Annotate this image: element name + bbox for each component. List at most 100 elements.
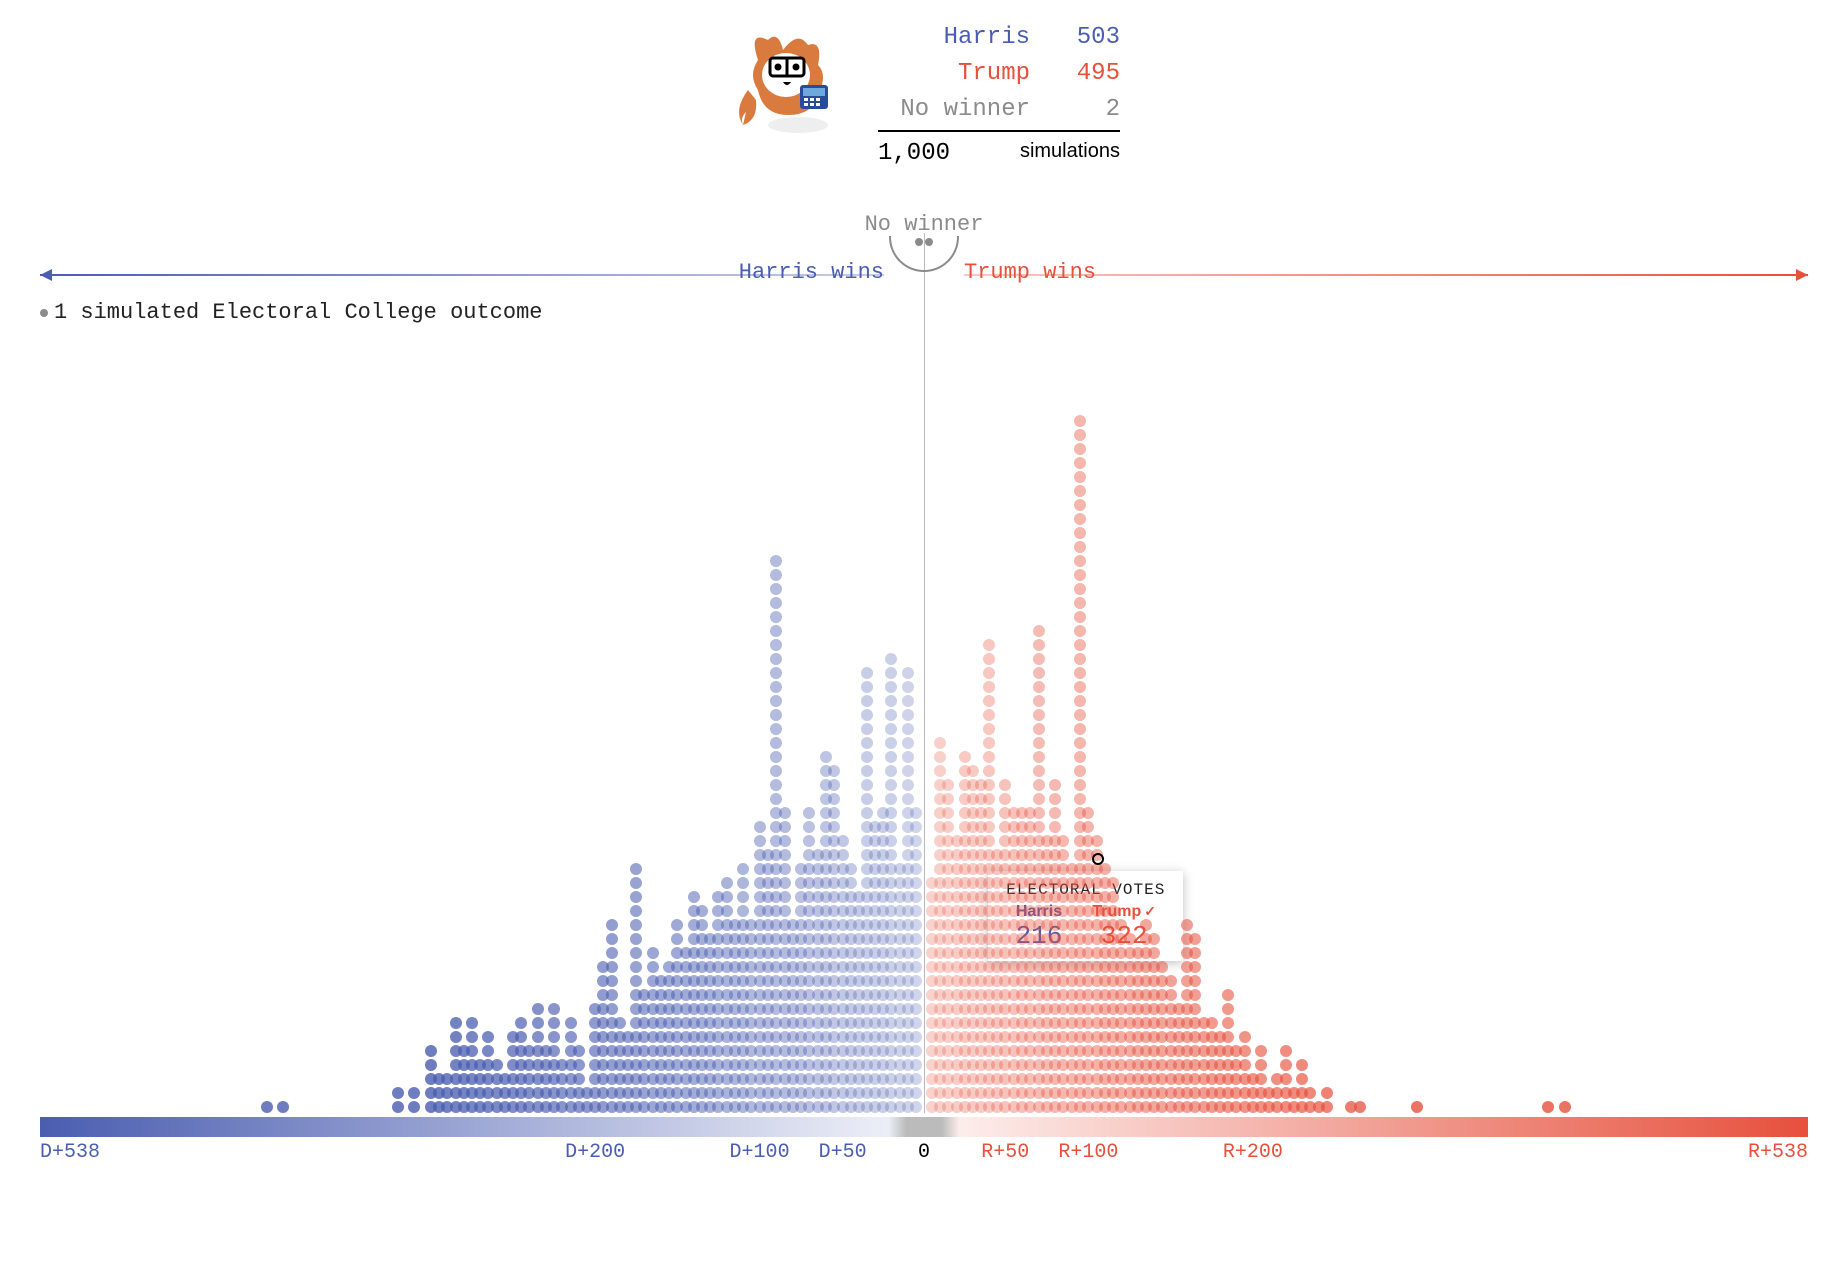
simulation-dot[interactable] [770,765,782,777]
simulation-dot[interactable] [1074,527,1086,539]
simulation-dot[interactable] [1033,723,1045,735]
simulation-dot[interactable] [845,877,857,889]
simulation-dot[interactable] [1165,975,1177,987]
simulation-dot[interactable] [1206,1017,1218,1029]
simulation-dot[interactable] [902,681,914,693]
histogram-column[interactable] [391,1085,405,1113]
simulation-dot[interactable] [770,583,782,595]
simulation-dot[interactable] [910,989,922,1001]
simulation-dot[interactable] [1148,933,1160,945]
simulation-dot[interactable] [779,821,791,833]
simulation-dot[interactable] [983,653,995,665]
simulation-dot[interactable] [885,779,897,791]
simulation-dot[interactable] [983,723,995,735]
simulation-dot[interactable] [770,709,782,721]
simulation-dot[interactable] [606,961,618,973]
simulation-dot[interactable] [721,877,733,889]
simulation-dot[interactable] [606,975,618,987]
simulation-dot[interactable] [861,793,873,805]
simulation-dot[interactable] [1099,863,1111,875]
simulation-dot[interactable] [910,1101,922,1113]
simulation-dot[interactable] [770,695,782,707]
simulation-dot[interactable] [1082,821,1094,833]
simulation-dot[interactable] [910,975,922,987]
simulation-dot[interactable] [1321,1087,1333,1099]
simulation-dot[interactable] [1296,1059,1308,1071]
simulation-dot[interactable] [1107,905,1119,917]
simulation-dot[interactable] [828,821,840,833]
simulation-dot[interactable] [910,863,922,875]
simulation-dot[interactable] [606,1003,618,1015]
simulation-dot[interactable] [885,793,897,805]
simulation-dot[interactable] [515,1031,527,1043]
simulation-dot[interactable] [999,779,1011,791]
simulation-dot[interactable] [1049,793,1061,805]
simulation-dot[interactable] [1165,989,1177,1001]
simulation-dot[interactable] [885,835,897,847]
simulation-dot[interactable] [885,821,897,833]
simulation-dot[interactable] [1222,1031,1234,1043]
simulation-dot[interactable] [1033,807,1045,819]
simulation-dot[interactable] [779,807,791,819]
histogram-column[interactable] [1410,1099,1424,1113]
simulation-dot[interactable] [737,877,749,889]
simulation-dot[interactable] [885,709,897,721]
simulation-dot[interactable] [737,905,749,917]
simulation-dot[interactable] [573,1059,585,1071]
simulation-dot[interactable] [910,891,922,903]
simulation-dot[interactable] [770,751,782,763]
simulation-dot[interactable] [1033,695,1045,707]
simulation-dot[interactable] [548,1017,560,1029]
simulation-dot[interactable] [647,947,659,959]
simulation-dot[interactable] [902,765,914,777]
simulation-dot[interactable] [1181,919,1193,931]
simulation-dot[interactable] [983,681,995,693]
simulation-dot[interactable] [983,765,995,777]
simulation-dot[interactable] [630,947,642,959]
simulation-dot[interactable] [910,877,922,889]
simulation-dot[interactable] [885,765,897,777]
simulation-dot[interactable] [910,835,922,847]
simulation-dot[interactable] [779,863,791,875]
simulation-dot[interactable] [885,849,897,861]
simulation-dot[interactable] [770,681,782,693]
simulation-dot[interactable] [532,1003,544,1015]
simulation-dot[interactable] [425,1045,437,1057]
simulation-dot[interactable] [1107,877,1119,889]
simulation-dot[interactable] [910,807,922,819]
simulation-dot[interactable] [1033,681,1045,693]
simulation-dot[interactable] [803,835,815,847]
simulation-dot[interactable] [1074,681,1086,693]
simulation-dot[interactable] [910,1003,922,1015]
simulation-dot[interactable] [959,751,971,763]
simulation-dot[interactable] [630,975,642,987]
simulation-dot[interactable] [630,891,642,903]
simulation-dot[interactable] [861,765,873,777]
simulation-dot[interactable] [983,821,995,833]
simulation-dot[interactable] [1542,1101,1554,1113]
simulation-dot[interactable] [1033,625,1045,637]
simulation-dot[interactable] [902,737,914,749]
histogram-column[interactable] [276,1099,290,1113]
simulation-dot[interactable] [1057,835,1069,847]
simulation-dot[interactable] [1057,849,1069,861]
simulation-dot[interactable] [1074,611,1086,623]
histogram-column[interactable] [1320,1085,1334,1113]
simulation-dot[interactable] [828,765,840,777]
simulation-dot[interactable] [630,933,642,945]
simulation-dot[interactable] [548,1003,560,1015]
simulation-dot[interactable] [861,667,873,679]
simulation-dot[interactable] [1074,583,1086,595]
simulation-dot[interactable] [1074,471,1086,483]
simulation-dot[interactable] [902,793,914,805]
simulation-dot[interactable] [1559,1101,1571,1113]
simulation-dot[interactable] [1074,653,1086,665]
simulation-dot[interactable] [779,891,791,903]
simulation-dot[interactable] [1239,1031,1251,1043]
simulation-dot[interactable] [983,793,995,805]
simulation-dot[interactable] [721,905,733,917]
simulation-dot[interactable] [770,779,782,791]
simulation-dot[interactable] [828,779,840,791]
simulation-dot[interactable] [1189,989,1201,1001]
simulation-dot[interactable] [820,751,832,763]
